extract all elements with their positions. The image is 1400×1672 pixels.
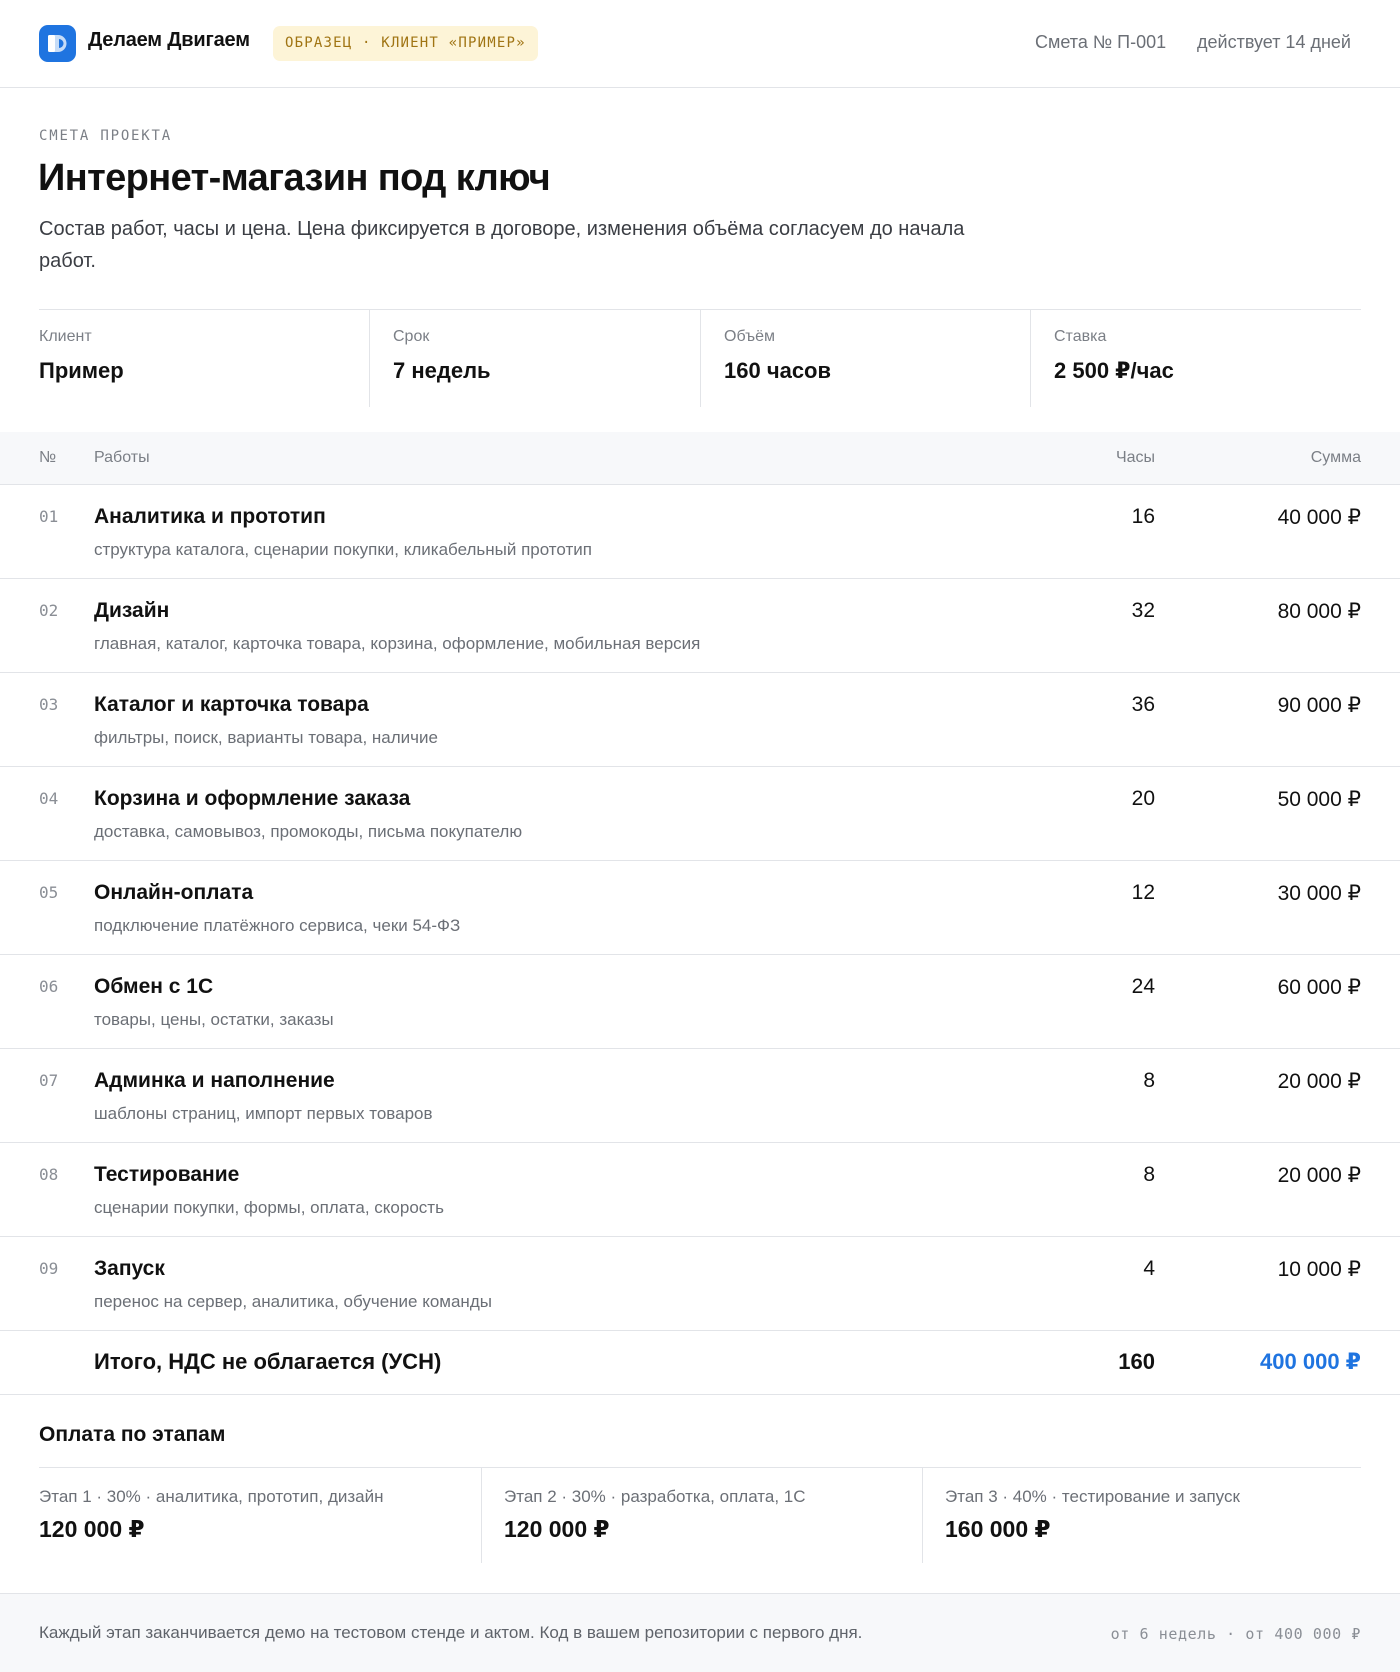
summary-value: 7 недель xyxy=(393,358,491,383)
summary-label: Клиент xyxy=(39,328,92,345)
total-row: Итого, НДС не облагается (УСН) 160 400 0… xyxy=(0,1329,1400,1395)
table-row: 02 Дизайн главная, каталог, карточка тов… xyxy=(0,579,1400,673)
row-number: 01 xyxy=(39,507,59,526)
column-header-work: Работы xyxy=(94,449,150,466)
row-number: 07 xyxy=(39,1071,59,1090)
row-number: 04 xyxy=(39,789,59,808)
row-number: 02 xyxy=(39,601,59,620)
row-number: 09 xyxy=(39,1259,59,1278)
page-title: Интернет-магазин под ключ xyxy=(38,157,551,199)
payment-stages: Этап 1 · 30% · аналитика, прототип, диза… xyxy=(39,1467,1361,1563)
row-number: 05 xyxy=(39,883,59,902)
row-number: 03 xyxy=(39,695,59,714)
estimate-number: Смета № П-001 xyxy=(1035,32,1167,52)
row-amount: 10 000 ₽ xyxy=(1277,1258,1361,1281)
summary-client: Клиент Пример xyxy=(39,310,349,407)
column-header-num: № xyxy=(39,449,57,466)
row-description: фильтры, поиск, варианты товара, наличие xyxy=(94,728,438,747)
row-description: перенос на сервер, аналитика, обучение к… xyxy=(94,1292,492,1311)
page-subtitle: Состав работ, часы и цена. Цена фиксируе… xyxy=(39,218,965,272)
table-row: 01 Аналитика и прототип структура катало… xyxy=(0,485,1400,579)
total-hours: 160 xyxy=(1118,1349,1155,1374)
row-title: Каталог и карточка товара xyxy=(94,693,369,716)
row-hours: 20 xyxy=(1131,787,1155,810)
payment-stage-3: Этап 3 · 40% · тестирование и запуск 160… xyxy=(922,1468,1361,1563)
row-hours: 24 xyxy=(1131,975,1155,998)
row-hours: 12 xyxy=(1131,881,1155,904)
project-summary: Клиент Пример Срок 7 недель Объём 160 ча… xyxy=(39,309,1361,407)
row-description: структура каталога, сценарии покупки, кл… xyxy=(94,540,592,559)
table-row: 04 Корзина и оформление заказа доставка,… xyxy=(0,767,1400,861)
footer-note: Каждый этап заканчивается демо на тестов… xyxy=(39,1623,863,1642)
summary-label: Объём xyxy=(724,328,775,345)
row-amount: 80 000 ₽ xyxy=(1277,600,1361,623)
stage-amount: 120 000 ₽ xyxy=(39,1516,145,1542)
row-hours: 4 xyxy=(1143,1257,1155,1280)
stage-label: Этап 1 · 30% · аналитика, прототип, диза… xyxy=(39,1487,384,1506)
total-amount: 400 000 ₽ xyxy=(1260,1349,1361,1374)
payment-stage-1: Этап 1 · 30% · аналитика, прототип, диза… xyxy=(39,1468,481,1563)
table-row: 05 Онлайн-оплата подключение платёжного … xyxy=(0,861,1400,955)
row-title: Админка и наполнение xyxy=(94,1069,335,1092)
stage-label: Этап 3 · 40% · тестирование и запуск xyxy=(945,1487,1240,1506)
row-description: сценарии покупки, формы, оплата, скорост… xyxy=(94,1198,444,1217)
summary-value: 2 500 ₽/час xyxy=(1054,358,1174,383)
brand-name: Делаем Двигаем xyxy=(88,29,250,51)
row-amount: 20 000 ₽ xyxy=(1277,1164,1361,1187)
row-amount: 90 000 ₽ xyxy=(1277,694,1361,717)
table-row: 03 Каталог и карточка товара фильтры, по… xyxy=(0,673,1400,767)
summary-rate: Ставка 2 500 ₽/час xyxy=(1030,310,1361,407)
row-hours: 32 xyxy=(1131,599,1155,622)
table-row: 09 Запуск перенос на сервер, аналитика, … xyxy=(0,1237,1400,1331)
row-amount: 50 000 ₽ xyxy=(1277,788,1361,811)
row-title: Аналитика и прототип xyxy=(94,505,326,528)
footer-meta: от 6 недель · от 400 000 ₽ xyxy=(1110,1625,1361,1643)
row-number: 06 xyxy=(39,977,59,996)
row-amount: 20 000 ₽ xyxy=(1277,1070,1361,1093)
row-hours: 16 xyxy=(1131,505,1155,528)
row-description: подключение платёжного сервиса, чеки 54-… xyxy=(94,916,461,935)
stage-amount: 120 000 ₽ xyxy=(504,1516,610,1542)
stage-label: Этап 2 · 30% · разработка, оплата, 1С xyxy=(504,1487,806,1506)
validity-period: действует 14 дней xyxy=(1197,32,1351,52)
row-title: Дизайн xyxy=(94,599,170,622)
payment-stages-title: Оплата по этапам xyxy=(39,1423,226,1446)
summary-value: 160 часов xyxy=(724,358,832,383)
row-amount: 60 000 ₽ xyxy=(1277,976,1361,999)
row-title: Тестирование xyxy=(94,1163,240,1186)
summary-volume: Объём 160 часов xyxy=(700,310,1030,407)
section-eyebrow: СМЕТА ПРОЕКТА xyxy=(39,128,172,144)
column-header-hours: Часы xyxy=(1115,449,1155,466)
row-title: Корзина и оформление заказа xyxy=(94,787,411,810)
summary-value: Пример xyxy=(39,358,124,383)
summary-label: Срок xyxy=(393,328,430,345)
row-amount: 30 000 ₽ xyxy=(1277,882,1361,905)
summary-label: Ставка xyxy=(1054,328,1107,345)
summary-term: Срок 7 недель xyxy=(369,310,699,407)
table-header: № Работы Часы Сумма xyxy=(0,432,1400,485)
row-title: Обмен с 1С xyxy=(94,975,214,998)
row-description: товары, цены, остатки, заказы xyxy=(94,1010,334,1029)
brand-logo-icon xyxy=(39,25,76,62)
table-row: 08 Тестирование сценарии покупки, формы,… xyxy=(0,1143,1400,1237)
table-row: 07 Админка и наполнение шаблоны страниц,… xyxy=(0,1049,1400,1143)
payment-stage-2: Этап 2 · 30% · разработка, оплата, 1С 12… xyxy=(481,1468,922,1563)
row-hours: 8 xyxy=(1143,1069,1155,1092)
sample-badge: ОБРАЗЕЦ · КЛИЕНТ «ПРИМЕР» xyxy=(273,26,538,61)
row-number: 08 xyxy=(39,1165,59,1184)
row-hours: 36 xyxy=(1131,693,1155,716)
row-amount: 40 000 ₽ xyxy=(1277,506,1361,529)
row-hours: 8 xyxy=(1143,1163,1155,1186)
row-description: доставка, самовывоз, промокоды, письма п… xyxy=(94,822,523,841)
row-title: Онлайн-оплата xyxy=(94,881,254,904)
row-description: главная, каталог, карточка товара, корзи… xyxy=(94,634,701,653)
stage-amount: 160 000 ₽ xyxy=(945,1516,1051,1542)
row-title: Запуск xyxy=(94,1257,165,1280)
table-row: 06 Обмен с 1С товары, цены, остатки, зак… xyxy=(0,955,1400,1049)
footer: Каждый этап заканчивается демо на тестов… xyxy=(0,1593,1400,1672)
row-description: шаблоны страниц, импорт первых товаров xyxy=(94,1104,433,1123)
column-header-sum: Сумма xyxy=(1310,449,1361,466)
total-label: Итого, НДС не облагается (УСН) xyxy=(94,1349,442,1374)
top-bar: Делаем Двигаем ОБРАЗЕЦ · КЛИЕНТ «ПРИМЕР»… xyxy=(0,0,1400,88)
